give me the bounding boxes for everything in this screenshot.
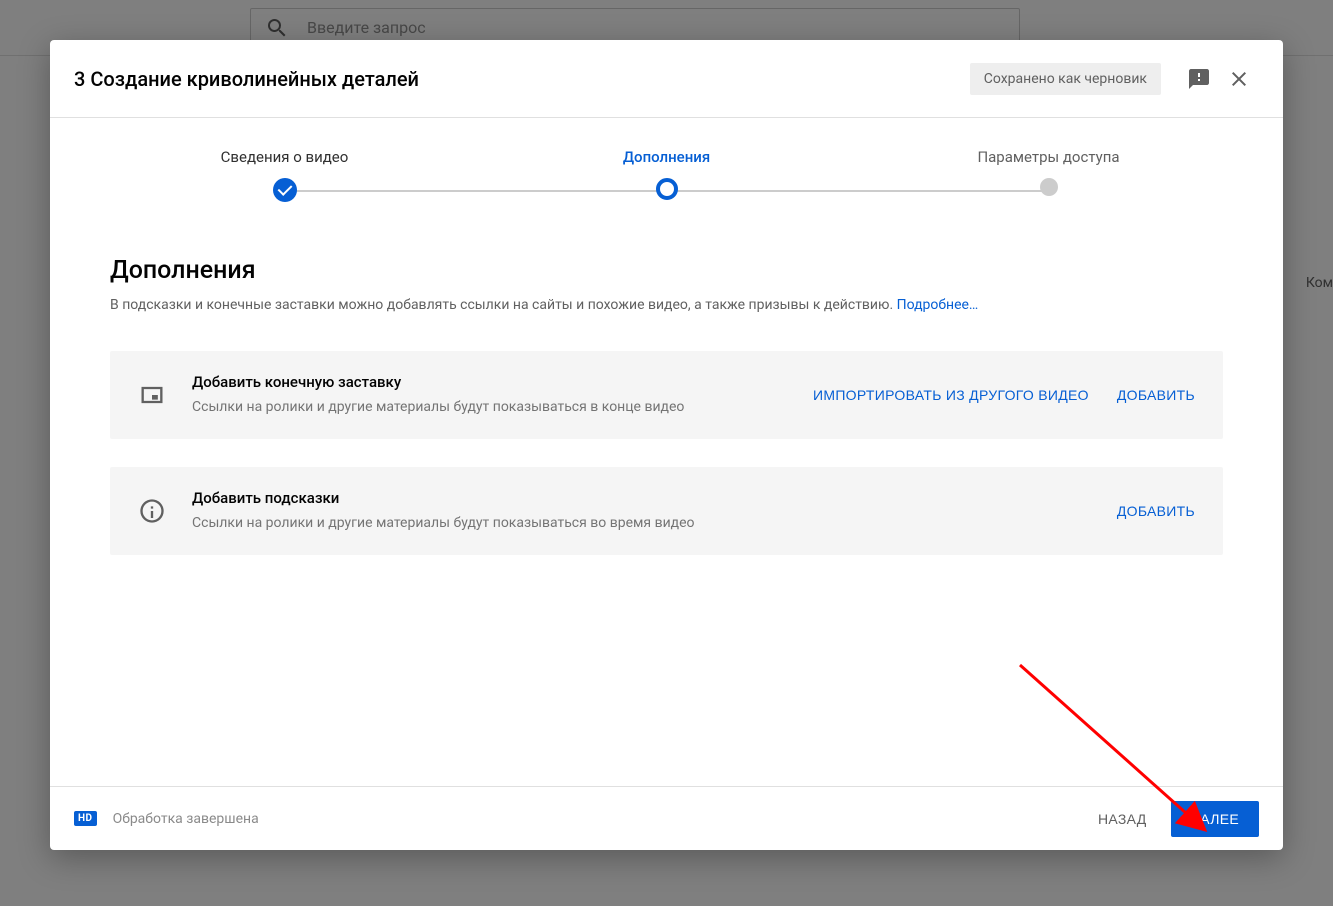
cards-title: Добавить подсказки	[192, 489, 1091, 507]
hd-badge: HD	[74, 811, 97, 826]
end-screen-subtitle: Ссылки на ролики и другие материалы буду…	[192, 397, 787, 417]
dialog-header: 3 Создание криволинейных деталей Сохране…	[50, 40, 1283, 118]
step-elements-label: Дополнения	[537, 148, 797, 166]
step-visibility[interactable]: Параметры доступа	[919, 148, 1179, 196]
add-cards-button[interactable]: ДОБАВИТЬ	[1117, 503, 1195, 519]
info-icon	[138, 497, 166, 525]
cards-subtitle: Ссылки на ролики и другие материалы буду…	[192, 513, 1091, 533]
step-details-label: Сведения о видео	[155, 148, 415, 166]
step-elements[interactable]: Дополнения	[537, 148, 797, 200]
add-end-screen-button[interactable]: ДОБАВИТЬ	[1117, 387, 1195, 403]
step-details[interactable]: Сведения о видео	[155, 148, 415, 202]
end-screen-icon	[138, 381, 166, 409]
section-title: Дополнения	[110, 256, 1223, 285]
section-description: В подсказки и конечные заставки можно до…	[110, 295, 1223, 315]
section-description-text: В подсказки и конечные заставки можно до…	[110, 297, 897, 313]
end-screen-card: Добавить конечную заставку Ссылки на рол…	[110, 351, 1223, 439]
dialog-footer: HD Обработка завершена НАЗАД ДАЛЕЕ	[50, 786, 1283, 850]
cards-card: Добавить подсказки Ссылки на ролики и др…	[110, 467, 1223, 555]
next-button[interactable]: ДАЛЕЕ	[1171, 801, 1260, 837]
draft-status-chip: Сохранено как черновик	[970, 63, 1161, 95]
step-details-dot	[273, 178, 297, 202]
step-visibility-dot	[1040, 178, 1058, 196]
close-icon	[1227, 67, 1251, 91]
feedback-icon	[1187, 67, 1211, 91]
close-button[interactable]	[1219, 59, 1259, 99]
import-from-video-button[interactable]: ИМПОРТИРОВАТЬ ИЗ ДРУГОГО ВИДЕО	[813, 387, 1089, 403]
progress-stepper: Сведения о видео Дополнения Параметры до…	[207, 148, 1127, 216]
processing-status: Обработка завершена	[113, 811, 259, 827]
feedback-button[interactable]	[1179, 59, 1219, 99]
dialog-content: Дополнения В подсказки и конечные застав…	[50, 216, 1283, 786]
step-elements-dot	[656, 178, 678, 200]
learn-more-link[interactable]: Подробнее…	[897, 297, 979, 313]
step-visibility-label: Параметры доступа	[919, 148, 1179, 166]
upload-dialog: 3 Создание криволинейных деталей Сохране…	[50, 40, 1283, 850]
back-button[interactable]: НАЗАД	[1082, 801, 1163, 837]
end-screen-title: Добавить конечную заставку	[192, 373, 787, 391]
dialog-title: 3 Создание криволинейных деталей	[74, 67, 970, 91]
